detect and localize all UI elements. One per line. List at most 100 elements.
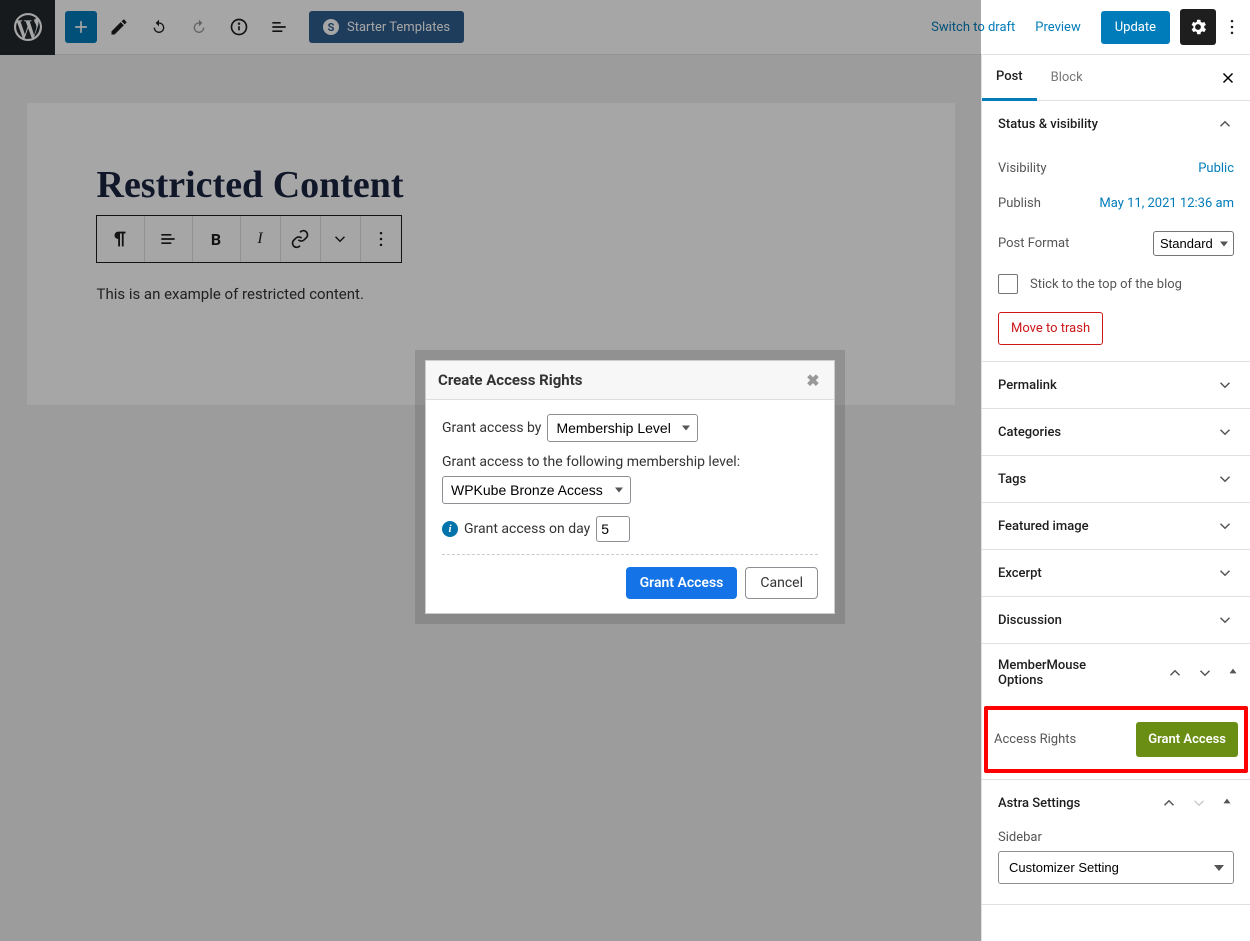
- more-formatting-button[interactable]: [321, 216, 361, 262]
- starter-templates-button[interactable]: S Starter Templates: [309, 11, 464, 43]
- chevron-down-icon: [1216, 611, 1234, 629]
- list-icon: [269, 17, 289, 37]
- panel-head-excerpt[interactable]: Excerpt: [982, 550, 1250, 596]
- stick-label: Stick to the top of the blog: [1030, 277, 1182, 292]
- add-block-button[interactable]: [65, 11, 97, 43]
- astra-sidebar-select[interactable]: Customizer Setting: [998, 851, 1234, 884]
- paragraph-block-button[interactable]: [97, 216, 145, 262]
- grant-access-modal-button[interactable]: Grant Access: [626, 567, 738, 599]
- panel-head-status[interactable]: Status & visibility: [982, 101, 1250, 147]
- align-icon: [158, 229, 178, 249]
- settings-sidebar: Post Block Status & visibility Visibilit…: [981, 55, 1250, 941]
- italic-button[interactable]: I: [241, 216, 281, 262]
- format-label: Post Format: [998, 236, 1069, 251]
- panel-head-astra[interactable]: Astra Settings: [982, 780, 1250, 826]
- pencil-icon: [109, 17, 129, 37]
- access-rights-label: Access Rights: [994, 732, 1076, 747]
- gear-icon: [1188, 17, 1208, 37]
- grant-day-input[interactable]: [596, 516, 630, 542]
- redo-button[interactable]: [181, 9, 217, 45]
- close-icon: [1219, 69, 1237, 87]
- tab-post[interactable]: Post: [982, 55, 1037, 101]
- preview-link[interactable]: Preview: [1035, 20, 1080, 35]
- chevron-down-icon: [1216, 470, 1234, 488]
- panel-status: Status & visibility Visibility Public Pu…: [982, 101, 1250, 362]
- sidebar-sub-label: Sidebar: [998, 830, 1234, 845]
- chevron-down-icon[interactable]: [1190, 794, 1208, 812]
- panel-title: Status & visibility: [998, 117, 1098, 132]
- dots-vertical-icon: [371, 229, 391, 249]
- redo-icon: [189, 17, 209, 37]
- stick-checkbox[interactable]: [998, 274, 1018, 294]
- chevron-down-icon[interactable]: [1196, 664, 1214, 682]
- grant-by-select[interactable]: Membership Level: [547, 414, 698, 442]
- create-access-rights-modal: Create Access Rights ✖ Grant access by M…: [425, 360, 835, 614]
- grant-to-label: Grant access to the following membership…: [442, 454, 740, 470]
- panel-head-tags[interactable]: Tags: [982, 456, 1250, 502]
- dots-vertical-icon: [1222, 17, 1242, 37]
- wordpress-icon: [14, 13, 42, 41]
- visibility-value[interactable]: Public: [1198, 161, 1234, 176]
- undo-icon: [149, 17, 169, 37]
- grant-access-sidebar-button[interactable]: Grant Access: [1136, 722, 1238, 757]
- paragraph-icon: [109, 228, 131, 250]
- block-toolbar: B I: [96, 215, 402, 263]
- grant-day-label: Grant access on day: [464, 521, 590, 537]
- link-button[interactable]: [281, 216, 321, 262]
- top-toolbar: S Starter Templates Switch to draft Prev…: [0, 0, 1250, 55]
- panel-astra: Astra Settings Sidebar Customizer Settin…: [982, 780, 1250, 905]
- italic-icon: I: [257, 230, 262, 248]
- grant-by-label: Grant access by: [442, 420, 541, 436]
- membership-level-select[interactable]: WPKube Bronze Access: [442, 476, 631, 504]
- chevron-up-icon[interactable]: [1160, 794, 1178, 812]
- paragraph-text[interactable]: This is an example of restricted content…: [97, 285, 885, 303]
- access-rights-row: Access Rights Grant Access: [984, 706, 1248, 773]
- modal-wrapper: Create Access Rights ✖ Grant access by M…: [415, 350, 845, 624]
- chevron-down-icon: [1216, 423, 1234, 441]
- info-icon: i: [442, 521, 458, 537]
- chevron-down-icon: [331, 230, 349, 248]
- chevron-up-icon[interactable]: [1166, 664, 1184, 682]
- wordpress-logo[interactable]: [0, 0, 55, 55]
- bold-button[interactable]: B: [193, 216, 241, 262]
- triangle-up-icon[interactable]: [1220, 794, 1234, 812]
- outline-button[interactable]: [261, 9, 297, 45]
- post-title[interactable]: Restricted Content: [97, 163, 885, 207]
- panel-head-discussion[interactable]: Discussion: [982, 597, 1250, 643]
- chevron-down-icon: [1216, 376, 1234, 394]
- modal-close-button[interactable]: ✖: [804, 371, 822, 389]
- plus-icon: [71, 17, 91, 37]
- block-more-button[interactable]: [361, 216, 401, 262]
- starter-icon: S: [323, 19, 339, 35]
- undo-button[interactable]: [141, 9, 177, 45]
- publish-label: Publish: [998, 196, 1041, 211]
- sidebar-tabs: Post Block: [982, 55, 1250, 101]
- cancel-button[interactable]: Cancel: [745, 567, 818, 599]
- chevron-down-icon: [1216, 517, 1234, 535]
- chevron-down-icon: [1216, 564, 1234, 582]
- link-icon: [290, 229, 310, 249]
- format-select[interactable]: Standard: [1153, 231, 1234, 256]
- panel-head-featured[interactable]: Featured image: [982, 503, 1250, 549]
- publish-value[interactable]: May 11, 2021 12:36 am: [1099, 196, 1234, 211]
- info-icon: [229, 17, 249, 37]
- starter-label: Starter Templates: [347, 20, 450, 35]
- close-sidebar-button[interactable]: [1216, 66, 1240, 90]
- panel-head-categories[interactable]: Categories: [982, 409, 1250, 455]
- align-button[interactable]: [145, 216, 193, 262]
- modal-title: Create Access Rights: [438, 371, 582, 389]
- chevron-up-icon: [1216, 115, 1234, 133]
- settings-button[interactable]: [1180, 9, 1216, 45]
- panel-head-membermouse[interactable]: MemberMouse Options: [982, 644, 1250, 702]
- switch-to-draft-link[interactable]: Switch to draft: [931, 20, 1015, 35]
- triangle-up-icon[interactable]: [1226, 664, 1240, 682]
- move-to-trash-button[interactable]: Move to trash: [998, 312, 1103, 345]
- panel-membermouse: MemberMouse Options Access Rights Grant …: [982, 644, 1250, 780]
- tab-block[interactable]: Block: [1037, 56, 1097, 99]
- visibility-label: Visibility: [998, 161, 1047, 176]
- update-button[interactable]: Update: [1101, 11, 1170, 44]
- info-button[interactable]: [221, 9, 257, 45]
- panel-head-permalink[interactable]: Permalink: [982, 362, 1250, 408]
- edit-mode-button[interactable]: [101, 9, 137, 45]
- more-options-button[interactable]: [1222, 9, 1242, 45]
